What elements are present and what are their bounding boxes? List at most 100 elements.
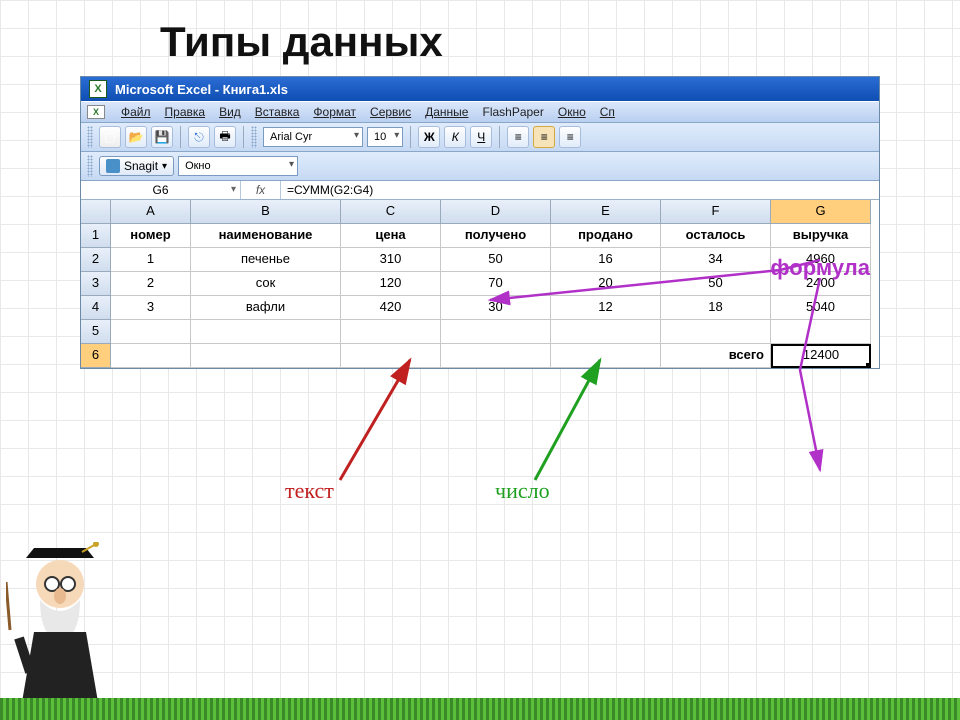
menu-tools[interactable]: Сервис [370,105,411,119]
cell-B1[interactable]: наименование [191,224,341,248]
menu-window[interactable]: Окно [558,105,586,119]
print-button[interactable]: 🖶 [214,126,236,148]
col-B[interactable]: B [191,200,341,224]
toolbar-drag-handle-3[interactable] [87,155,93,177]
cell-E2[interactable]: 16 [551,248,661,272]
snagit-label: Snagit [124,159,158,173]
cell-G4[interactable]: 5040 [771,296,871,320]
new-doc-button[interactable]: ▢ [99,126,121,148]
label-text: текст [285,478,334,504]
menu-flashpaper[interactable]: FlashPaper [482,105,543,119]
align-center-button[interactable]: ≡ [533,126,555,148]
cell-C5[interactable] [341,320,441,344]
cell-A3[interactable]: 2 [111,272,191,296]
align-right-button[interactable]: ≡ [559,126,581,148]
col-F[interactable]: F [661,200,771,224]
cell-F3[interactable]: 50 [661,272,771,296]
cell-C2[interactable]: 310 [341,248,441,272]
toolbar-drag-handle-2[interactable] [251,126,257,148]
cell-D6[interactable] [441,344,551,368]
font-size-dropdown[interactable]: 10 [367,127,403,147]
cell-B4[interactable]: вафли [191,296,341,320]
col-D[interactable]: D [441,200,551,224]
row-3[interactable]: 3 [81,272,111,296]
toolbar-drag-handle[interactable] [87,126,93,148]
cell-A1[interactable]: номер [111,224,191,248]
cell-E3[interactable]: 20 [551,272,661,296]
cell-D4[interactable]: 30 [441,296,551,320]
row-6[interactable]: 6 [81,344,111,368]
col-A[interactable]: A [111,200,191,224]
cell-E6[interactable] [551,344,661,368]
row-4[interactable]: 4 [81,296,111,320]
snagit-button[interactable]: Snagit ▾ [99,156,174,176]
row-5[interactable]: 5 [81,320,111,344]
share-button[interactable]: ⎋ [188,126,210,148]
cell-E4[interactable]: 12 [551,296,661,320]
cell-G1[interactable]: выручка [771,224,871,248]
cell-F2[interactable]: 34 [661,248,771,272]
cell-A6[interactable] [111,344,191,368]
cell-D1[interactable]: получено [441,224,551,248]
professor-illustration [6,542,126,712]
cell-E1[interactable]: продано [551,224,661,248]
save-button[interactable]: 💾 [151,126,173,148]
col-C[interactable]: C [341,200,441,224]
bold-button[interactable]: Ж [418,126,440,148]
snagit-toolbar: Snagit ▾ Окно [81,152,879,181]
menu-data[interactable]: Данные [425,105,468,119]
cell-C1[interactable]: цена [341,224,441,248]
spreadsheet: A B C D E F G 1 номер наименование цена … [81,200,879,368]
cell-A4[interactable]: 3 [111,296,191,320]
menu-help[interactable]: Сп [600,105,615,119]
fx-label[interactable]: fx [241,181,281,199]
align-left-button[interactable]: ≡ [507,126,529,148]
col-G[interactable]: G [771,200,871,224]
cell-B3[interactable]: сок [191,272,341,296]
cell-G6-selected[interactable]: 12400 [771,344,871,368]
cell-F4[interactable]: 18 [661,296,771,320]
cell-G5[interactable] [771,320,871,344]
cell-B5[interactable] [191,320,341,344]
toolbar-separator [499,126,500,148]
dropdown-arrow-icon: ▾ [162,161,167,172]
cell-C3[interactable]: 120 [341,272,441,296]
toolbar-separator [243,126,244,148]
row-1[interactable]: 1 [81,224,111,248]
cell-F6[interactable]: всего [661,344,771,368]
cell-F5[interactable] [661,320,771,344]
menu-file[interactable]: Файл [121,105,151,119]
cell-C4[interactable]: 420 [341,296,441,320]
cell-B2[interactable]: печенье [191,248,341,272]
italic-button[interactable]: К [444,126,466,148]
underline-button[interactable]: Ч [470,126,492,148]
menu-view[interactable]: Вид [219,105,241,119]
name-box[interactable]: G6 [81,181,241,199]
font-name-dropdown[interactable]: Arial Cyr [263,127,363,147]
cell-D2[interactable]: 50 [441,248,551,272]
menu-edit[interactable]: Правка [165,105,206,119]
slide-title: Типы данных [0,0,960,76]
cell-A5[interactable] [111,320,191,344]
col-E[interactable]: E [551,200,661,224]
menu-insert[interactable]: Вставка [255,105,300,119]
cell-D3[interactable]: 70 [441,272,551,296]
cell-E5[interactable] [551,320,661,344]
label-formula: формула [770,255,870,281]
snagit-window-dropdown[interactable]: Окно [178,156,298,176]
snagit-icon [106,159,120,173]
cell-B6[interactable] [191,344,341,368]
excel-window: X Microsoft Excel - Книга1.xls X Файл Пр… [80,76,880,369]
cell-D5[interactable] [441,320,551,344]
row-2[interactable]: 2 [81,248,111,272]
open-button[interactable]: 📂 [125,126,147,148]
titlebar-text: Microsoft Excel - Книга1.xls [115,82,288,97]
select-all-corner[interactable] [81,200,111,224]
cell-C6[interactable] [341,344,441,368]
cell-F1[interactable]: осталось [661,224,771,248]
cell-A2[interactable]: 1 [111,248,191,272]
toolbar-separator [410,126,411,148]
menu-format[interactable]: Формат [313,105,356,119]
formula-input[interactable]: =СУММ(G2:G4) [281,181,879,199]
titlebar: X Microsoft Excel - Книга1.xls [81,77,879,101]
